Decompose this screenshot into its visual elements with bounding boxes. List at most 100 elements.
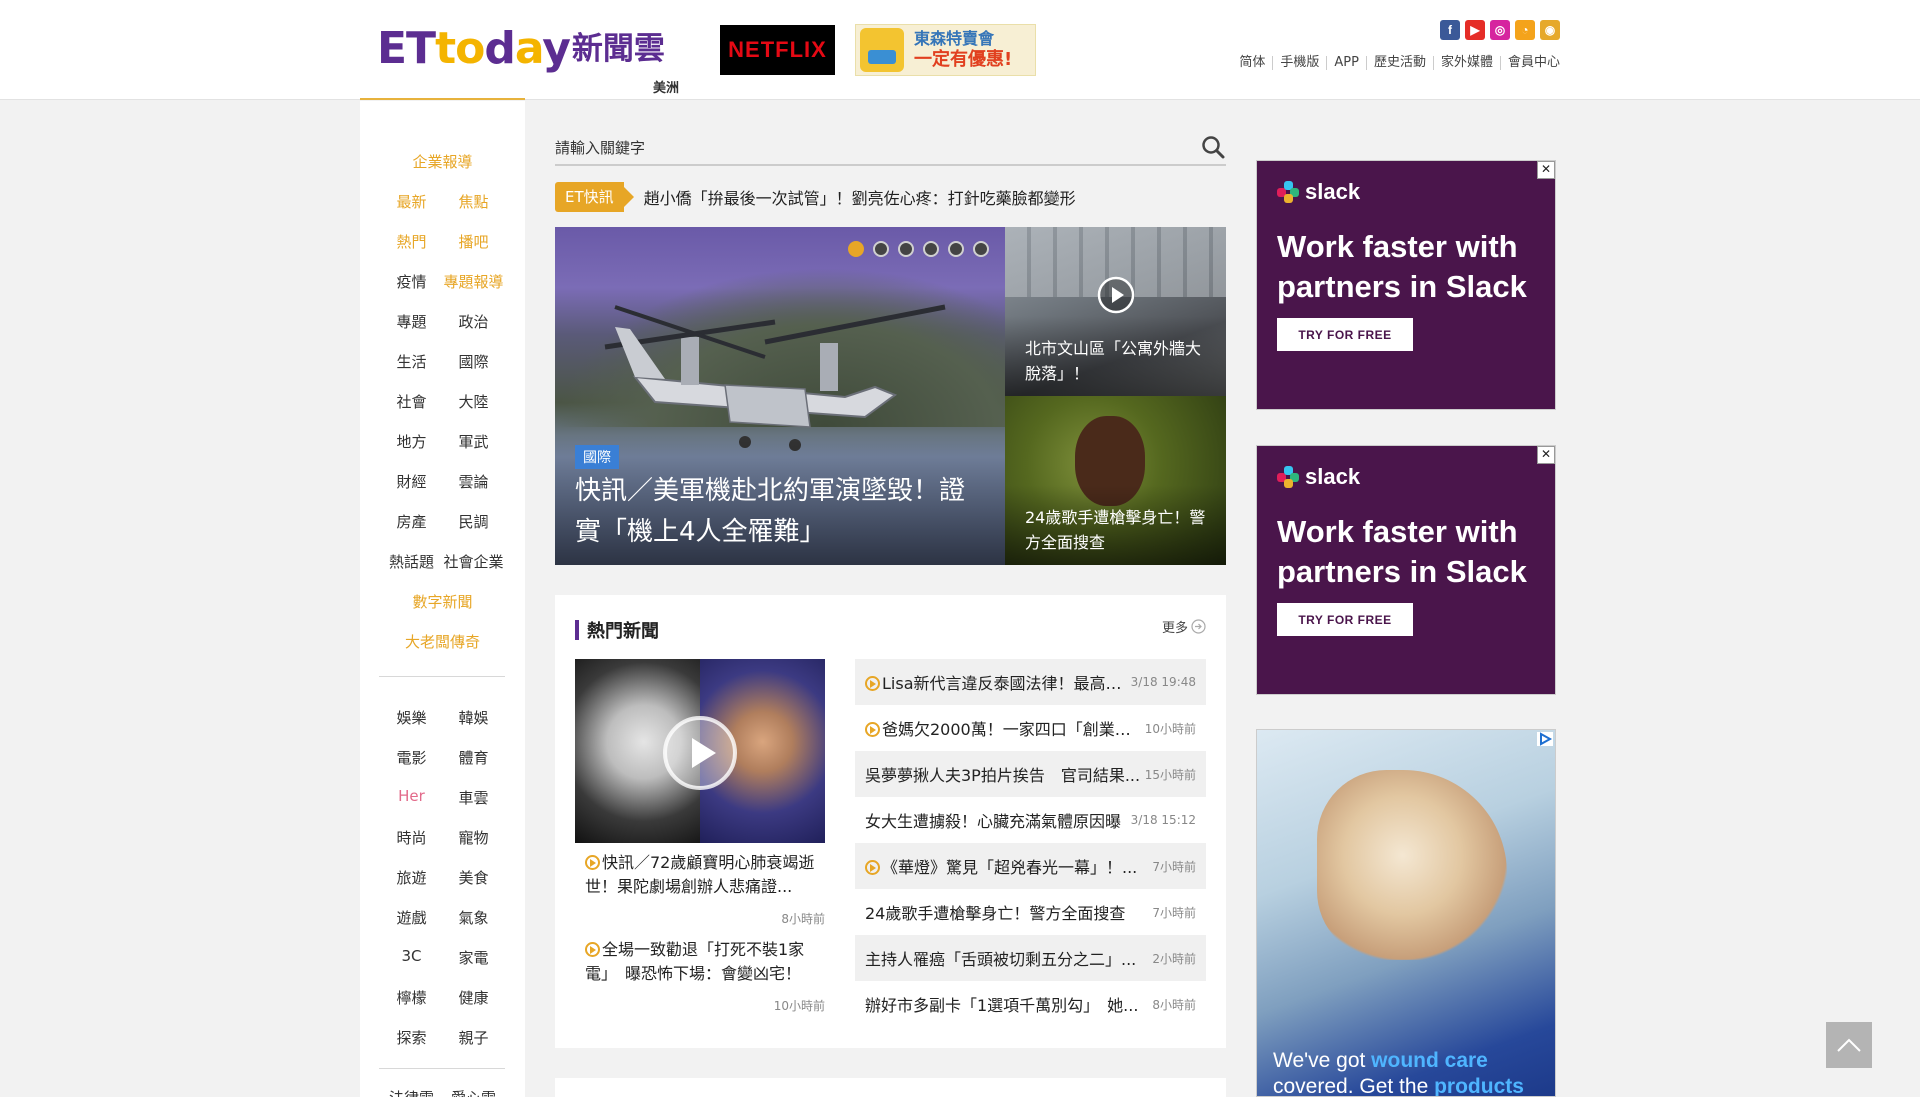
sidebar-item[interactable]: 播吧 (443, 231, 505, 251)
hot-list-item[interactable]: Lisa新代言違反泰國法律！最高「... 3/18 19:48 (855, 659, 1206, 705)
nav-simplified[interactable]: 简体 (1232, 56, 1272, 70)
search-input[interactable] (555, 134, 1175, 162)
sidebar-item[interactable]: 體育 (443, 747, 505, 767)
promo-banner[interactable]: 東森特賣會 一定有優惠! (855, 24, 1036, 76)
hot-list-title-text: 《華燈》驚見「超兇春光一幕」！... (882, 858, 1138, 877)
side-story-title[interactable]: 北市文山區「公寓外牆大脫落」！ (1025, 336, 1215, 386)
sidebar-item[interactable]: 韓娛 (443, 707, 505, 727)
sidebar-item[interactable]: 檸檬 (381, 987, 443, 1007)
hero-story[interactable]: 國際 快訊／美軍機赴北約軍演墜毀！證實「機上4人全罹難」 (555, 227, 1005, 565)
ad-headline: Work faster with partners in Slack (1277, 229, 1527, 304)
sidebar-item[interactable]: 車雲 (443, 787, 505, 807)
sidebar-item[interactable]: 法律雲 (381, 1087, 443, 1097)
play-icon[interactable] (660, 713, 740, 793)
slack-ad[interactable]: ✕ slack Work faster with partners in Sla… (1256, 160, 1556, 410)
try-free-button[interactable]: TRY FOR FREE (1277, 318, 1413, 351)
sidebar-item[interactable]: 電影 (381, 747, 443, 767)
slack-ad[interactable]: ✕ slack Work faster with partners in Sla… (1256, 445, 1556, 695)
youtube-icon[interactable]: ▶ (1465, 20, 1485, 40)
nav-member-center[interactable]: 會員中心 (1499, 56, 1560, 70)
medical-ad[interactable]: We've got wound care covered. Get the pr… (1256, 729, 1556, 1097)
side-story-2[interactable]: 24歲歌手遭槍擊身亡！警方全面搜查 (1005, 396, 1226, 565)
instagram-icon[interactable]: ◎ (1490, 20, 1510, 40)
region-label[interactable]: 美洲 (653, 77, 679, 96)
nav-outdoor-media[interactable]: 家外媒體 (1432, 56, 1500, 70)
side-story-1[interactable]: 北市文山區「公寓外牆大脫落」！ (1005, 227, 1226, 396)
hero-title[interactable]: 快訊／美軍機赴北約軍演墜毀！證實「機上4人全罹難」 (575, 471, 985, 553)
sidebar-item[interactable]: 民調 (443, 511, 505, 531)
carousel-dot[interactable] (948, 241, 964, 257)
netflix-banner[interactable]: NETFLIX (720, 25, 835, 75)
play-icon[interactable] (1096, 275, 1136, 315)
sidebar-item[interactable]: Her (381, 787, 443, 807)
sidebar-item[interactable]: 社會 (381, 391, 443, 411)
sidebar-item[interactable]: 國際 (443, 351, 505, 371)
sidebar-item[interactable]: 房產 (381, 511, 443, 531)
hot-list-item[interactable]: 辦好市多副卡「1選項千萬別勾」 她... 8小時前 (855, 981, 1206, 1027)
hero-category-tag[interactable]: 國際 (575, 445, 619, 469)
try-free-button[interactable]: TRY FOR FREE (1277, 603, 1413, 636)
sidebar-item[interactable]: 社會企業 (443, 551, 505, 571)
carousel-dot[interactable] (873, 241, 889, 257)
rss-icon[interactable]: ◔ (1515, 20, 1535, 40)
sidebar-item[interactable]: 地方 (381, 431, 443, 451)
sidebar-item[interactable]: 生活 (381, 351, 443, 371)
carousel-dot[interactable] (973, 241, 989, 257)
hot-list-item[interactable]: 女大生遭擄殺！心臟充滿氣體原因曝 3/18 15:12 (855, 797, 1206, 843)
breaking-headline[interactable]: 趙小僑「拚最後一次試管」！劉亮佐心疼：打針吃藥臉都變形 (644, 185, 1076, 209)
facebook-icon[interactable]: f (1440, 20, 1460, 40)
search-icon[interactable] (1200, 134, 1226, 160)
sidebar-item[interactable]: 專題報導 (443, 271, 505, 291)
hot-list-item[interactable]: 吳夢夢揪人夫3P拍片挨告 官司結果... 15小時前 (855, 751, 1206, 797)
sidebar-item[interactable]: 氣象 (443, 907, 505, 927)
hot-video-thumbnail[interactable] (575, 659, 825, 843)
sidebar-item[interactable]: 健康 (443, 987, 505, 1007)
sidebar-item[interactable]: 政治 (443, 311, 505, 331)
sidebar-item[interactable]: 大陸 (443, 391, 505, 411)
adchoices-icon[interactable] (1537, 732, 1553, 746)
sidebar-item[interactable]: 熱門 (381, 231, 443, 251)
hot-list-item[interactable]: 24歲歌手遭槍擊身亡！警方全面搜查 7小時前 (855, 889, 1206, 935)
hot-left-story[interactable]: 快訊／72歲顧寶明心肺衰竭逝世！果陀劇場創辦人悲痛證... (585, 851, 815, 899)
sidebar-item[interactable]: 大老闆傳奇 (378, 631, 508, 651)
nav-app[interactable]: APP (1326, 56, 1366, 70)
sidebar-item[interactable]: 企業報導 (378, 151, 508, 171)
nav-history-events[interactable]: 歷史活動 (1365, 56, 1433, 70)
sidebar-item[interactable]: 親子 (443, 1027, 505, 1047)
side-story-title[interactable]: 24歲歌手遭槍擊身亡！警方全面搜查 (1025, 505, 1215, 555)
sidebar-item[interactable]: 寵物 (443, 827, 505, 847)
sidebar-item[interactable]: 旅遊 (381, 867, 443, 887)
sidebar-item[interactable]: 美食 (443, 867, 505, 887)
sidebar-item[interactable]: 熱話題 (381, 551, 443, 571)
hot-list-item[interactable]: 主持人罹癌「舌頭被切剩五分之二」... 2小時前 (855, 935, 1206, 981)
sidebar-item[interactable]: 專題 (381, 311, 443, 331)
sidebar-item[interactable]: 時尚 (381, 827, 443, 847)
sidebar-item[interactable]: 愛心雲 (443, 1087, 505, 1097)
sidebar-item[interactable]: 3C (381, 947, 443, 967)
hot-left-story[interactable]: 全場一致勸退「打死不裝1家電」 曝恐怖下場：會變凶宅！ (585, 938, 815, 986)
sidebar-item[interactable]: 軍武 (443, 431, 505, 451)
hot-list-item[interactable]: 爸媽欠2000萬！一家四口「創業賣... 10小時前 (855, 705, 1206, 751)
close-icon[interactable]: ✕ (1537, 161, 1555, 179)
carousel-dot[interactable] (923, 241, 939, 257)
sidebar-item[interactable]: 焦點 (443, 191, 505, 211)
sidebar-item[interactable]: 數字新聞 (378, 591, 508, 611)
sidebar-item[interactable]: 家電 (443, 947, 505, 967)
site-logo[interactable]: ETtoday 新聞雲 (377, 24, 665, 74)
sidebar-item[interactable]: 最新 (381, 191, 443, 211)
weibo-icon[interactable]: ◉ (1540, 20, 1560, 40)
sidebar-item[interactable]: 娛樂 (381, 707, 443, 727)
nav-mobile[interactable]: 手機版 (1272, 56, 1326, 70)
sidebar-item[interactable]: 遊戲 (381, 907, 443, 927)
sidebar-item[interactable]: 財經 (381, 471, 443, 491)
carousel-dot[interactable] (848, 241, 864, 257)
close-icon[interactable]: ✕ (1537, 446, 1555, 464)
carousel-dot[interactable] (898, 241, 914, 257)
more-link[interactable]: 更多 (1162, 617, 1206, 636)
hot-list-item[interactable]: 《華燈》驚見「超兇春光一幕」！... 7小時前 (855, 843, 1206, 889)
sidebar-row: 企業報導 (360, 151, 525, 171)
sidebar-item[interactable]: 疫情 (381, 271, 443, 291)
sidebar-item[interactable]: 雲論 (443, 471, 505, 491)
sidebar-item[interactable]: 探索 (381, 1027, 443, 1047)
back-to-top-button[interactable] (1826, 1022, 1872, 1068)
